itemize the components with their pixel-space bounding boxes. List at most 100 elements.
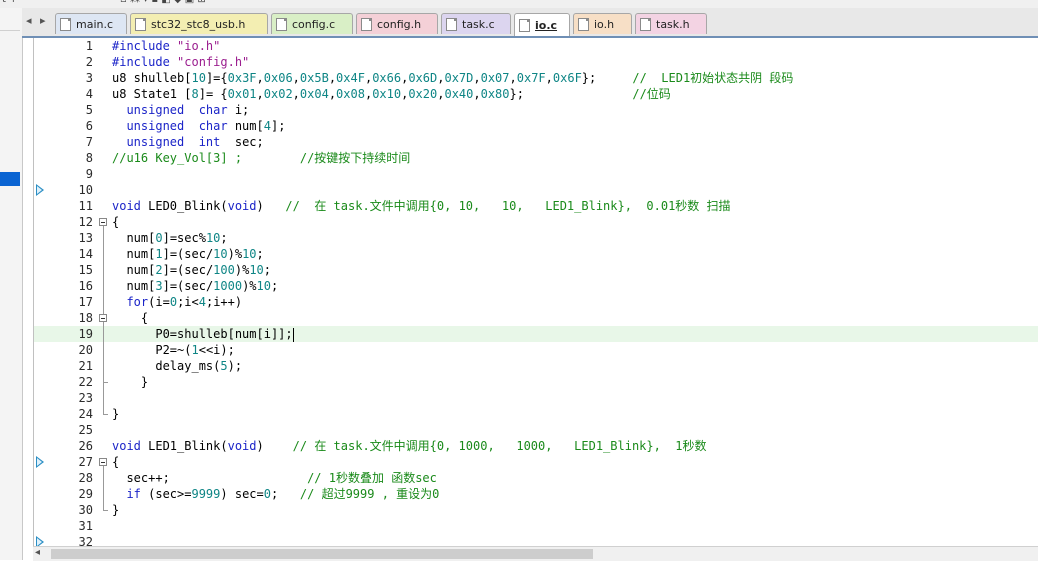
code-line[interactable]: 12 { xyxy=(34,214,1038,230)
line-number: 17 xyxy=(78,295,93,309)
code-text[interactable]: P0=shulleb[num[i]]; xyxy=(112,326,294,342)
code-line[interactable]: 6 unsigned char num[4]; xyxy=(34,118,1038,134)
project-tree-selection[interactable] xyxy=(0,172,20,186)
tab-scroll-left-icon[interactable]: ◂ xyxy=(26,14,32,27)
code-line[interactable]: 9 xyxy=(34,166,1038,182)
code-line[interactable]: 2 #include "config.h" xyxy=(34,54,1038,70)
line-number: 12 xyxy=(78,215,93,229)
code-text[interactable]: unsigned char num[4]; xyxy=(112,118,285,134)
tab-main-c[interactable]: main.c xyxy=(55,13,127,34)
code-text[interactable]: unsigned int sec; xyxy=(112,134,263,150)
code-text[interactable]: } xyxy=(112,374,148,390)
fold-toggle-icon[interactable] xyxy=(99,218,107,226)
code-text[interactable]: for(i=0;i<4;i++) xyxy=(112,294,242,310)
tab-label: io.h xyxy=(594,17,615,31)
fold-end-mark xyxy=(103,414,108,415)
code-line[interactable]: 22 } xyxy=(34,374,1038,390)
tab-config-h[interactable]: config.h xyxy=(356,13,438,34)
line-number: 16 xyxy=(78,279,93,293)
code-line[interactable]: 17 for(i=0;i<4;i++) xyxy=(34,294,1038,310)
line-number: 22 xyxy=(78,375,93,389)
code-text[interactable]: { xyxy=(112,454,119,470)
code-line[interactable]: 5 unsigned char i; xyxy=(34,102,1038,118)
line-number: 9 xyxy=(85,167,93,181)
fold-toggle-icon[interactable] xyxy=(99,314,107,322)
code-line[interactable]: 3 u8 shulleb[10]={0x3F,0x06,0x5B,0x4F,0x6… xyxy=(34,70,1038,86)
code-line[interactable]: 20 P2=~(1<<i); xyxy=(34,342,1038,358)
code-text[interactable]: u8 shulleb[10]={0x3F,0x06,0x5B,0x4F,0x66… xyxy=(112,70,793,86)
line-number: 1 xyxy=(85,39,93,53)
tab-io-h[interactable]: io.h xyxy=(573,13,632,34)
code-text[interactable]: } xyxy=(112,406,119,422)
code-text[interactable]: num[2]=(sec/100)%10; xyxy=(112,262,271,278)
fold-toggle-icon[interactable] xyxy=(99,458,107,466)
line-number: 28 xyxy=(78,471,93,485)
code-line[interactable]: 16 num[3]=(sec/1000)%10; xyxy=(34,278,1038,294)
code-editor[interactable]: 1 #include "io.h" 2 #include "config.h" 3 u8 … xyxy=(33,38,1038,546)
project-pane-edge[interactable] xyxy=(0,8,23,560)
code-text[interactable]: P2=~(1<<i); xyxy=(112,342,235,358)
code-text[interactable]: #include "config.h" xyxy=(112,54,249,70)
code-text[interactable]: num[1]=(sec/10)%10; xyxy=(112,246,263,262)
code-line[interactable]: 4 u8 State1 [8]= {0x01,0x02,0x04,0x08,0x1… xyxy=(34,86,1038,102)
scroll-left-icon[interactable]: ◂ xyxy=(35,547,40,558)
code-line[interactable]: 28 sec++; // 1秒数叠加 函数sec xyxy=(34,470,1038,486)
code-line[interactable]: 19 P0=shulleb[num[i]]; xyxy=(34,326,1038,342)
code-text[interactable]: void LED1_Blink(void) // 在 task.文件中调用{0,… xyxy=(112,438,707,454)
code-line[interactable]: 18 { xyxy=(34,310,1038,326)
bookmark-marker-icon[interactable] xyxy=(36,184,44,196)
file-icon xyxy=(640,17,651,31)
toolbar-fragment: t + xyxy=(2,0,17,5)
code-text[interactable]: void LED0_Blink(void) // 在 task.文件中调用{0,… xyxy=(112,198,731,214)
code-line[interactable]: 11 void LED0_Blink(void) // 在 task.文件中调用{… xyxy=(34,198,1038,214)
tab-config-c[interactable]: config.c xyxy=(271,13,353,34)
tab-task-c[interactable]: task.c xyxy=(441,13,511,34)
code-line[interactable]: 27{ xyxy=(34,454,1038,470)
line-number: 26 xyxy=(78,439,93,453)
code-line[interactable]: 21 delay_ms(5); xyxy=(34,358,1038,374)
code-text[interactable]: #include "io.h" xyxy=(112,38,220,54)
code-text[interactable]: delay_ms(5); xyxy=(112,358,242,374)
code-text[interactable]: if (sec>=9999) sec=0; // 超过9999 , 重设为0 xyxy=(112,486,439,502)
code-text[interactable]: u8 State1 [8]= {0x01,0x02,0x04,0x08,0x10… xyxy=(112,86,671,102)
code-text[interactable]: { xyxy=(112,214,119,230)
scrollbar-thumb[interactable] xyxy=(51,549,593,559)
code-line[interactable]: 30} xyxy=(34,502,1038,518)
file-tab-bar: ◂ ▸ main.c stc32_stc8_usb.h config.c config… xyxy=(22,8,1038,38)
code-text[interactable]: } xyxy=(112,502,119,518)
tab-scroll-right-icon[interactable]: ▸ xyxy=(40,14,46,27)
tab-label: config.c xyxy=(292,17,336,31)
code-line[interactable]: 13 num[0]=sec%10; xyxy=(34,230,1038,246)
code-line[interactable]: 25 xyxy=(34,422,1038,438)
code-line[interactable]: 24} xyxy=(34,406,1038,422)
file-icon xyxy=(135,17,146,31)
code-line[interactable]: 8 //u16 Key_Vol[3] ; //按键按下持续时间 xyxy=(34,150,1038,166)
horizontal-scrollbar[interactable]: ◂ xyxy=(33,546,1038,561)
line-number: 25 xyxy=(78,423,93,437)
code-line[interactable]: 10 xyxy=(34,182,1038,198)
tab-io-c[interactable]: io.c xyxy=(514,13,570,36)
code-line[interactable]: 1 #include "io.h" xyxy=(34,38,1038,54)
code-line[interactable]: 32 xyxy=(34,534,1038,546)
line-number: 21 xyxy=(78,359,93,373)
code-line[interactable]: 29 if (sec>=9999) sec=0; // 超过9999 , 重设为… xyxy=(34,486,1038,502)
code-line[interactable]: 7 unsigned int sec; xyxy=(34,134,1038,150)
code-line[interactable]: 26 void LED1_Blink(void) // 在 task.文件中调用{… xyxy=(34,438,1038,454)
code-text[interactable]: num[3]=(sec/1000)%10; xyxy=(112,278,278,294)
tab-task-h[interactable]: task.h xyxy=(635,13,707,34)
line-number: 18 xyxy=(78,311,93,325)
code-line[interactable]: 23 xyxy=(34,390,1038,406)
code-text[interactable]: sec++; // 1秒数叠加 函数sec xyxy=(112,470,436,486)
code-line[interactable]: 15 num[2]=(sec/100)%10; xyxy=(34,262,1038,278)
line-number: 6 xyxy=(85,119,93,133)
bookmark-marker-icon[interactable] xyxy=(36,456,44,468)
code-text[interactable]: num[0]=sec%10; xyxy=(112,230,227,246)
code-text[interactable]: { xyxy=(112,310,148,326)
tab-label: stc32_stc8_usb.h xyxy=(151,17,246,31)
code-text[interactable]: unsigned char i; xyxy=(112,102,249,118)
tab-stc32-stc8-usb-h[interactable]: stc32_stc8_usb.h xyxy=(130,13,268,34)
code-line[interactable]: 14 num[1]=(sec/10)%10; xyxy=(34,246,1038,262)
code-text[interactable]: //u16 Key_Vol[3] ; //按键按下持续时间 xyxy=(112,150,410,166)
toolbar-icons[interactable]: ▫ ⁂ ▾ ▪ ◧ ◆ ▣ ⊞ xyxy=(120,0,206,5)
code-line[interactable]: 31 xyxy=(34,518,1038,534)
